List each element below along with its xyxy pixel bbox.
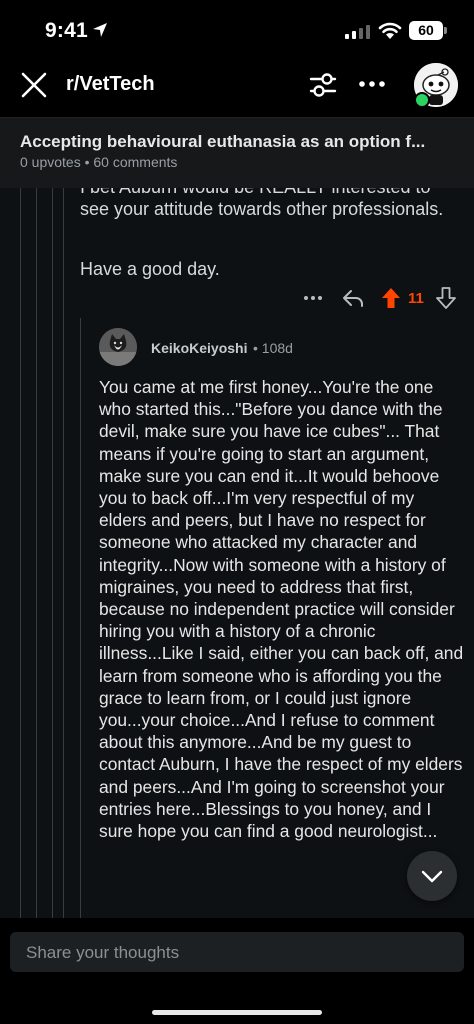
filter-icon[interactable] [307, 70, 339, 100]
thread-line[interactable] [36, 188, 37, 918]
status-time: 9:41 [45, 19, 88, 42]
battery-indicator: 60 [409, 21, 443, 40]
close-icon[interactable] [18, 69, 50, 101]
comment-thread: I bet Auburn would be REALLY interested … [0, 188, 474, 918]
parent-comment-actions: 11 [300, 286, 460, 312]
parent-comment-paragraph: see your attitude towards other professi… [80, 199, 444, 219]
parent-comment-cutoff-line: I bet Auburn would be REALLY interested … [80, 188, 460, 198]
more-options-icon[interactable] [358, 72, 386, 96]
more-options-icon[interactable] [303, 294, 323, 302]
location-arrow-icon [93, 23, 107, 37]
subreddit-name[interactable]: r/VetTech [66, 73, 155, 96]
commenter-avatar[interactable] [99, 328, 137, 366]
chevron-down-icon [421, 870, 443, 883]
parent-comment-paragraph: Have a good day. [80, 259, 220, 279]
home-indicator[interactable] [152, 1010, 322, 1015]
thread-line[interactable] [52, 188, 53, 918]
reply-icon[interactable] [342, 288, 364, 308]
post-title[interactable]: Accepting behavioural euthanasia as an o… [20, 132, 460, 152]
comment-input-placeholder: Share your thoughts [26, 943, 180, 962]
online-status-dot [414, 92, 430, 108]
post-header[interactable]: Accepting behavioural euthanasia as an o… [0, 117, 474, 189]
comment-input[interactable]: Share your thoughts [10, 932, 464, 972]
comment-score: 11 [408, 290, 424, 307]
cat-avatar-icon [99, 328, 137, 366]
status-bar: 9:41 60 [0, 0, 474, 60]
nav-bar: r/VetTech [0, 60, 474, 110]
upvote-icon[interactable] [381, 287, 401, 309]
cellular-signal-icon [345, 25, 370, 39]
next-comment-button[interactable] [407, 851, 457, 901]
reply-comment-body: You came at me first honey...You're the … [99, 377, 464, 842]
downvote-icon[interactable] [436, 287, 456, 309]
wifi-icon [378, 22, 402, 39]
commenter-username[interactable]: KeikoKeiyoshi [151, 340, 247, 356]
thread-line[interactable] [63, 188, 64, 918]
post-meta: 0 upvotes • 60 comments [20, 154, 178, 170]
composer-bar: Share your thoughts [0, 918, 474, 984]
reply-comment: KeikoKeiyoshi • 108d You came at me firs… [80, 318, 474, 918]
battery-nub [444, 27, 447, 34]
comment-age: • 108d [253, 340, 293, 356]
thread-line[interactable] [20, 188, 21, 918]
